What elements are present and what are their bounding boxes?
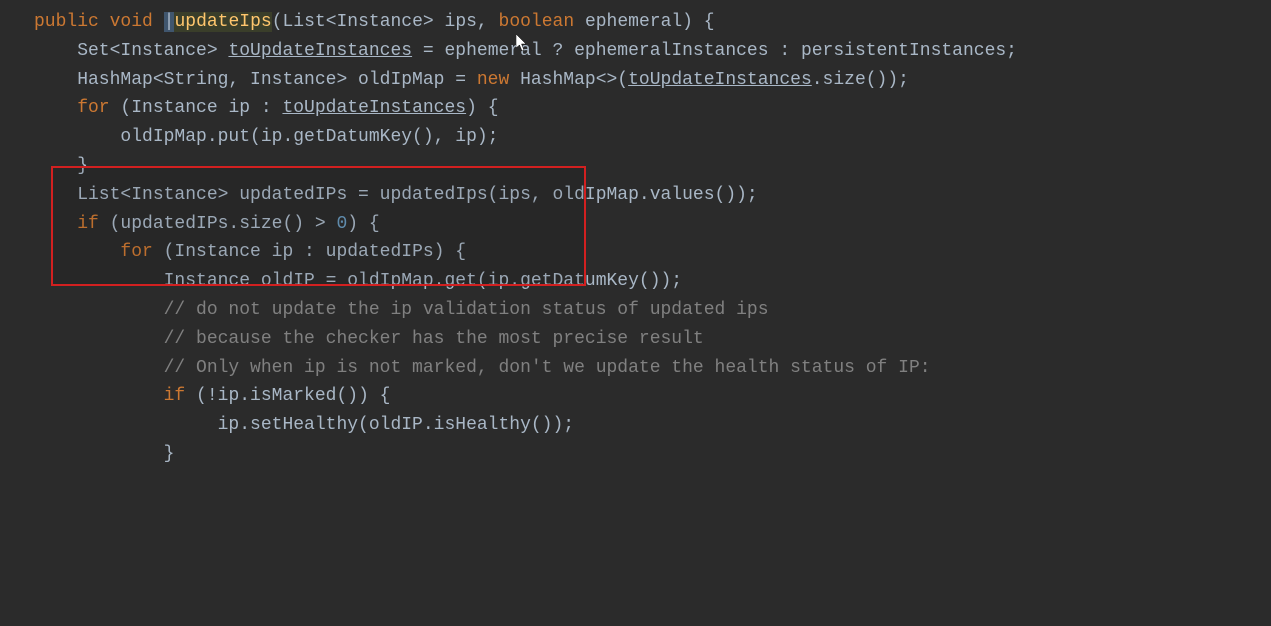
code-text: Set<Instance> [34,41,228,61]
var-toUpdateInstances: toUpdateInstances [628,70,812,90]
method-name: updateIps [174,12,271,32]
code-text: .size()); [812,70,909,90]
keyword-public: public [34,12,99,32]
code-text: ) { [466,98,498,118]
code-text: (Instance ip : [110,98,283,118]
code-text: HashMap<String, Instance> oldIpMap = [34,70,477,90]
code-line-8[interactable]: oldIpMap.put(ip.getDatumKey(), ip); [0,123,1271,152]
code-text: ) { [347,214,379,234]
code-line-12[interactable]: if (updatedIPs.size() > 0) { [0,210,1271,239]
code-editor[interactable]: public void |updateIps(List<Instance> ip… [0,8,1271,469]
keyword-void: void [110,12,153,32]
code-text: } [34,156,88,176]
keyword-for: for [34,98,110,118]
code-line-14[interactable]: Instance oldIP = oldIpMap.get(ip.getDatu… [0,267,1271,296]
keyword-for: for [34,242,153,262]
code-line-17[interactable]: // because the checker has the most prec… [0,325,1271,354]
comment: // do not update the ip validation statu… [34,300,769,320]
code-text: } [34,444,174,464]
code-line-5[interactable]: HashMap<String, Instance> oldIpMap = new… [0,66,1271,95]
code-line-9[interactable]: } [0,152,1271,181]
code-line-16[interactable]: // do not update the ip validation statu… [0,296,1271,325]
code-text: HashMap<>( [509,70,628,90]
comment: // Only when ip is not marked, don't we … [34,358,931,378]
code-text: (List<Instance> ips, [272,12,499,32]
cursor: | [164,12,175,32]
keyword-if: if [34,386,185,406]
code-text: (!ip.isMarked()) { [185,386,390,406]
code-line-3[interactable]: Set<Instance> toUpdateInstances = epheme… [0,37,1271,66]
code-text: = ephemeral ? ephemeralInstances : persi… [412,41,1017,61]
code-line-13[interactable]: for (Instance ip : updatedIPs) { [0,238,1271,267]
code-line-7[interactable]: for (Instance ip : toUpdateInstances) { [0,94,1271,123]
var-toUpdateInstances: toUpdateInstances [228,41,412,61]
var-toUpdateInstances: toUpdateInstances [282,98,466,118]
keyword-if: if [34,214,99,234]
code-line-1[interactable]: public void |updateIps(List<Instance> ip… [0,8,1271,37]
code-text: (Instance ip : updatedIPs) { [153,242,466,262]
code-line-19[interactable]: if (!ip.isMarked()) { [0,382,1271,411]
keyword-boolean: boolean [499,12,575,32]
code-line-21[interactable]: } [0,440,1271,469]
comment: // because the checker has the most prec… [34,329,704,349]
code-line-11[interactable]: List<Instance> updatedIPs = updatedIps(i… [0,181,1271,210]
number-literal: 0 [336,214,347,234]
code-text: (updatedIPs.size() > [99,214,337,234]
code-text: Instance oldIP = oldIpMap.get(ip.getDatu… [34,271,682,291]
code-text: oldIpMap.put(ip.getDatumKey(), ip); [34,127,498,147]
keyword-new: new [477,70,509,90]
code-text: ephemeral) { [574,12,714,32]
code-text: List<Instance> updatedIPs = updatedIps(i… [34,185,758,205]
code-line-20[interactable]: ip.setHealthy(oldIP.isHealthy()); [0,411,1271,440]
code-text: ip.setHealthy(oldIP.isHealthy()); [34,415,574,435]
code-line-18[interactable]: // Only when ip is not marked, don't we … [0,354,1271,383]
